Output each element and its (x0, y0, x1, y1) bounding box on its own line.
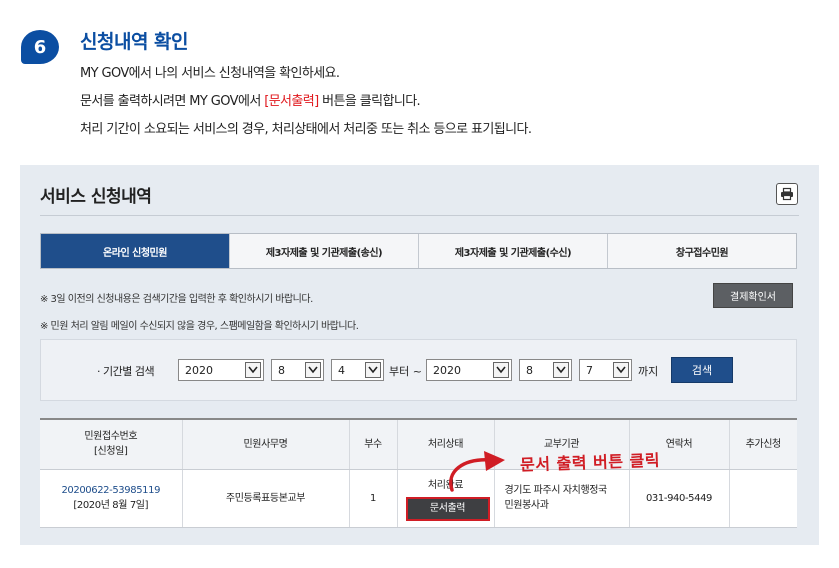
tab-counter-requests[interactable]: 창구접수민원 (608, 234, 796, 268)
panel-title: 서비스 신청내역 (40, 187, 152, 207)
from-day-value: 4 (338, 363, 345, 377)
request-history-table: 민원접수번호 [신청일] 민원사무명 부수 처리상태 교부기관 연락처 추가신청 … (40, 418, 797, 528)
service-history-panel: 서비스 신청내역 온라인 신청민원 제3자제출 및 기관제출(송신) 제3자제출… (20, 165, 819, 545)
from-year-select[interactable]: 2020 (178, 359, 264, 381)
annotation-text: 문서 출력 버튼 클릭 (519, 450, 661, 475)
step-title: 신청내역 확인 (80, 31, 189, 53)
to-month-value: 8 (526, 363, 533, 377)
service-name-cell: 주민등록표등본교부 (182, 469, 350, 528)
to-label: 까지 (638, 365, 659, 378)
chevron-down-icon (365, 362, 381, 378)
print-button[interactable] (776, 183, 798, 205)
step-description-1: MY GOV에서 나의 서비스 신청내역을 확인하세요. (80, 66, 340, 81)
from-label: 부터 ~ (389, 365, 422, 378)
from-month-value: 8 (278, 363, 285, 377)
desc2-pre: 문서를 출력하시려면 MY GOV에서 (80, 94, 265, 109)
step-description-2: 문서를 출력하시려면 MY GOV에서 [문서출력] 버튼을 클릭합니다. (80, 90, 421, 109)
status-text: 처리완료 (427, 479, 464, 491)
tab-third-party-received[interactable]: 제3자제출 및 기관제출(수신) (419, 234, 608, 268)
status-cell: 처리완료 문서출력 (397, 469, 495, 528)
print-document-button[interactable]: 문서출력 (405, 496, 490, 521)
copies-cell: 1 (349, 469, 398, 528)
receipt-number-link[interactable]: 20200622-53985119 (61, 485, 160, 496)
from-month-select[interactable]: 8 (271, 359, 324, 381)
chevron-down-icon (613, 362, 629, 378)
request-date: [2020년 8월 7일] (73, 500, 149, 511)
contact-cell: 031-940-5449 (629, 469, 730, 528)
desc2-highlight: [문서출력] (264, 94, 319, 109)
header-copies: 부수 (349, 418, 398, 470)
chevron-down-icon (245, 362, 261, 378)
from-day-select[interactable]: 4 (331, 359, 384, 381)
from-year-value: 2020 (185, 363, 213, 377)
tab-third-party-sent[interactable]: 제3자제출 및 기관제출(송신) (230, 234, 419, 268)
printer-icon (781, 187, 793, 201)
to-year-select[interactable]: 2020 (426, 359, 512, 381)
to-month-select[interactable]: 8 (519, 359, 572, 381)
table-row: 20200622-53985119 [2020년 8월 7일] 주민등록표등본교부… (40, 469, 797, 528)
notice-spam-mail: ※ 민원 처리 알림 메일이 수신되지 않을 경우, 스팸메일함을 확인하시기 … (40, 321, 359, 332)
period-search-label: · 기간별 검색 (97, 365, 155, 378)
receipt-number-cell[interactable]: 20200622-53985119 [2020년 8월 7일] (40, 469, 183, 528)
notice-search-period: ※ 3일 이전의 신청내용은 검색기간을 입력한 후 확인하시기 바랍니다. (40, 294, 313, 305)
header-additional-request: 추가신청 (729, 418, 797, 470)
chevron-down-icon (553, 362, 569, 378)
tab-online-requests[interactable]: 온라인 신청민원 (41, 234, 230, 268)
search-button[interactable]: 검색 (671, 357, 733, 383)
chevron-down-icon (493, 362, 509, 378)
header-service-name: 민원사무명 (182, 418, 350, 470)
table-header-row: 민원접수번호 [신청일] 민원사무명 부수 처리상태 교부기관 연락처 추가신청 (40, 418, 797, 470)
chevron-down-icon (305, 362, 321, 378)
to-year-value: 2020 (433, 363, 461, 377)
period-search-box: · 기간별 검색 2020 8 4 부터 ~ 2020 8 7 까지 검색 (40, 339, 797, 401)
panel-divider (40, 215, 799, 216)
header-receipt-number: 민원접수번호 [신청일] (40, 418, 183, 470)
desc2-post: 버튼을 클릭합니다. (318, 94, 421, 109)
tab-bar: 온라인 신청민원 제3자제출 및 기관제출(송신) 제3자제출 및 기관제출(수… (40, 233, 797, 269)
issuing-agency-cell: 경기도 파주시 자치행정국 민원봉사과 (494, 469, 630, 528)
to-day-value: 7 (586, 363, 593, 377)
header-status: 처리상태 (397, 418, 495, 470)
to-day-select[interactable]: 7 (579, 359, 632, 381)
step-description-3: 처리 기간이 소요되는 서비스의 경우, 처리상태에서 처리중 또는 취소 등으… (80, 122, 532, 137)
step-number-badge: 6 (21, 30, 59, 64)
payment-confirmation-button[interactable]: 결제확인서 (713, 283, 793, 308)
additional-request-cell (729, 469, 797, 528)
